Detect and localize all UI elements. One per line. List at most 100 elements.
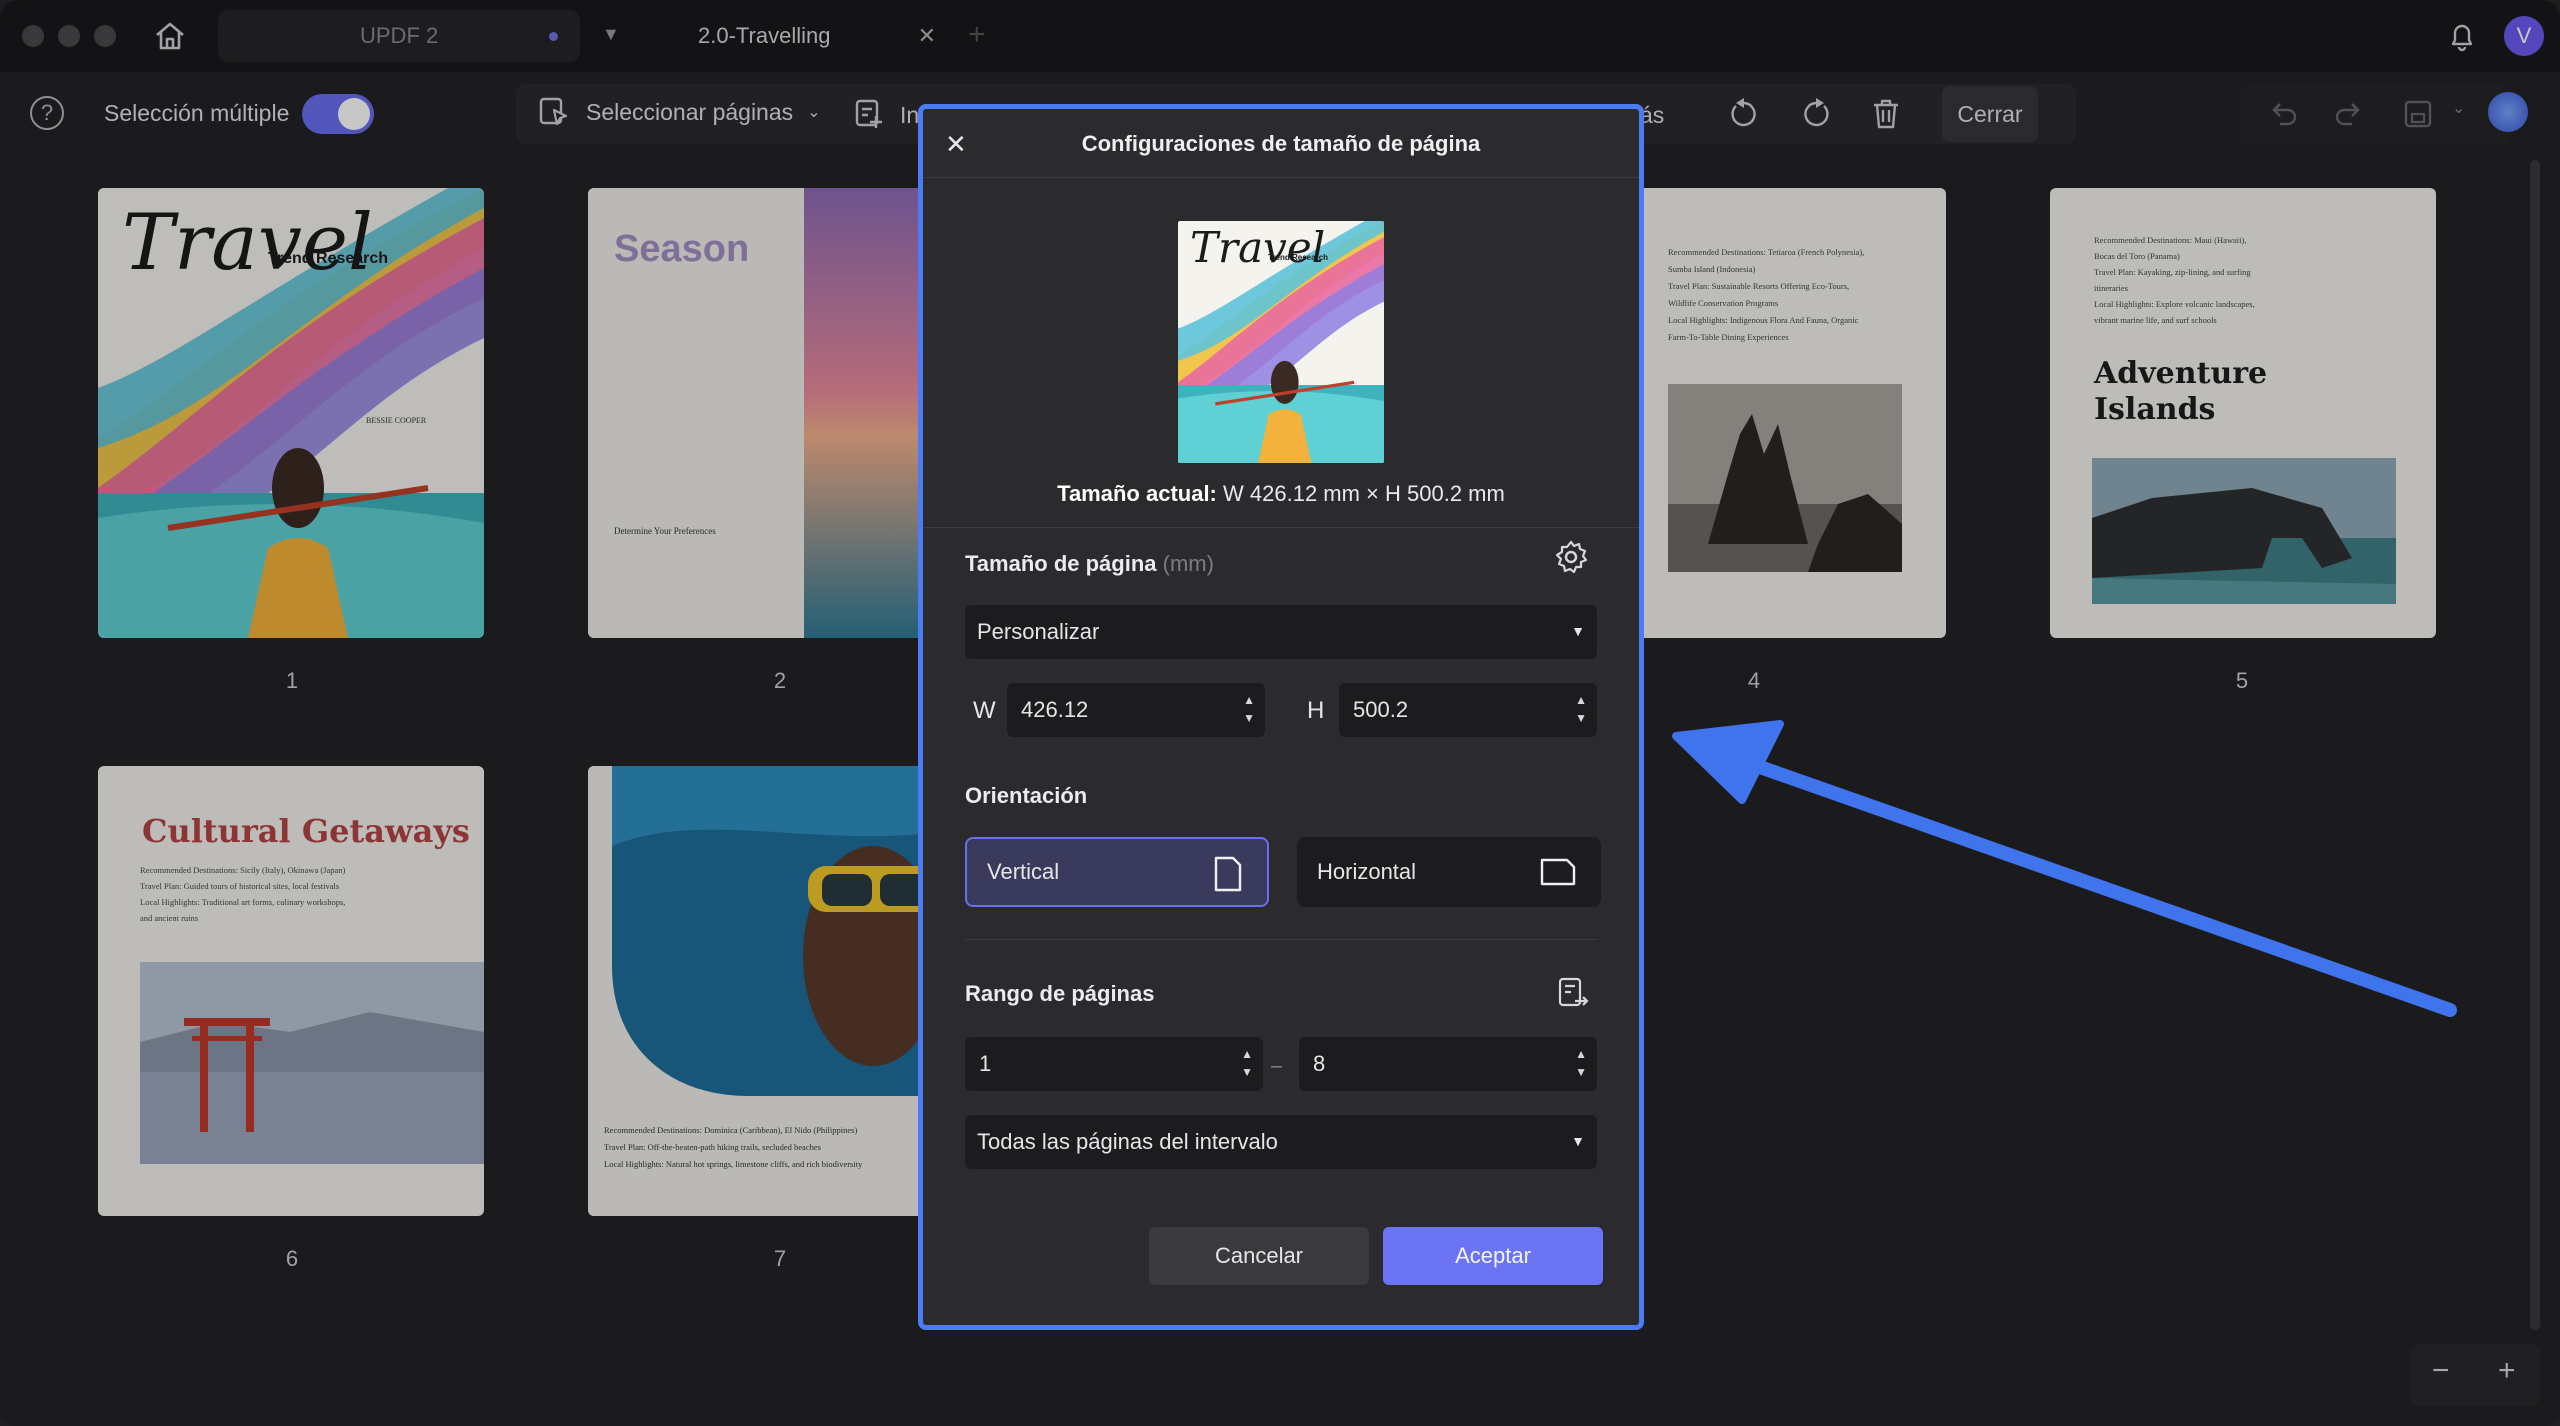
zoom-control: − + [2410, 1344, 2540, 1406]
current-size-value: W 426.12 mm × H 500.2 mm [1223, 481, 1505, 506]
accept-button[interactable]: Aceptar [1383, 1227, 1603, 1285]
zoom-in-button[interactable]: + [2498, 1354, 2516, 1388]
page-4-line: Local Highlights: Indigenous Flora And F… [1668, 315, 1859, 325]
home-icon[interactable] [152, 18, 188, 54]
divider [923, 527, 1639, 528]
orientation-vertical-label: Vertical [987, 859, 1060, 884]
page-thumbnail-1[interactable]: Travel Trend Research BESSIE COOPER [98, 188, 484, 638]
page-number: 1 [285, 668, 299, 693]
zoom-out-button[interactable]: − [2432, 1354, 2450, 1388]
undo-icon[interactable] [2266, 96, 2302, 132]
save-icon[interactable] [2400, 96, 2436, 132]
page-size-selected: Personalizar [977, 619, 1100, 644]
close-organize-button[interactable]: Cerrar [1942, 86, 2038, 142]
chevron-down-icon: ⌄ [807, 104, 821, 121]
page-6-text: Recommended Destinations: Sicily (Italy)… [140, 862, 345, 926]
range-from-input[interactable]: 1 ▲ ▼ [965, 1037, 1263, 1091]
page-7-text: Recommended Destinations: Dominica (Cari… [604, 1122, 862, 1173]
notification-bell-icon[interactable] [2444, 18, 2480, 54]
page-range-icon[interactable] [1555, 975, 1591, 1011]
page-number: 2 [773, 668, 787, 693]
page-5-line: Travel Plan: Kayaking, zip-lining, and s… [2094, 267, 2251, 277]
width-input[interactable]: 426.12 ▲ ▼ [1007, 683, 1265, 737]
tab-dropdown-icon[interactable]: ▼ [602, 24, 620, 45]
current-size-text: Tamaño actual: W 426.12 mm × H 500.2 mm [923, 481, 1639, 507]
page-5-title-line: Adventure [2094, 356, 2268, 391]
range-mode-select[interactable]: Todas las páginas del intervalo ▼ [965, 1115, 1597, 1169]
window-close-button[interactable] [22, 25, 44, 47]
close-tab-icon[interactable]: ✕ [918, 23, 936, 49]
page-4-line: Travel Plan: Sustainable Resorts Offerin… [1668, 281, 1850, 291]
orientation-horizontal-button[interactable]: Horizontal [1297, 837, 1601, 907]
current-size-label: Tamaño actual: [1057, 481, 1217, 506]
range-to-value: 8 [1313, 1051, 1326, 1076]
divider [965, 939, 1597, 940]
tab-updf[interactable]: UPDF 2 [218, 10, 580, 62]
page-thumbnail-7[interactable]: Recommended Destinations: Dominica (Cari… [588, 766, 974, 1216]
page-size-label: Tamaño de página [965, 551, 1157, 576]
page-thumbnail-6[interactable]: Cultural Getaways Recommended Destinatio… [98, 766, 484, 1216]
user-avatar[interactable]: V [2504, 16, 2544, 56]
tab-travelling[interactable]: 2.0-Travelling ✕ [640, 10, 950, 62]
height-input[interactable]: 500.2 ▲ ▼ [1339, 683, 1597, 737]
portrait-page-icon [1214, 856, 1242, 892]
tab-label: 2.0-Travelling [698, 23, 831, 48]
multi-select-label: Selección múltiple [104, 100, 290, 126]
page-thumbnail-5[interactable]: Recommended Destinations: Maui (Hawaii),… [2050, 188, 2436, 638]
page-5-line: itineraries [2094, 283, 2128, 293]
gear-icon[interactable] [1553, 539, 1589, 575]
save-options-chevron-icon[interactable]: ⌄ [2452, 98, 2465, 118]
page-thumbnail-2[interactable]: Season Determine Your Preferences [588, 188, 974, 638]
width-stepper-icon[interactable]: ▲ ▼ [1243, 691, 1255, 727]
updf-window: UPDF 2 ▼ 2.0-Travelling ✕ + V ? Selecció… [0, 0, 2560, 1426]
vertical-scrollbar[interactable] [2530, 160, 2540, 1330]
range-to-stepper-icon[interactable]: ▲ ▼ [1575, 1045, 1587, 1081]
page-number: 7 [773, 1246, 787, 1271]
orientation-label: Orientación [965, 783, 1088, 808]
caret-down-icon: ▼ [1571, 623, 1585, 639]
page-6-line: and ancient ruins [140, 913, 199, 923]
page-2-heading: Determine Your Preferences [614, 526, 716, 536]
height-label: H [1307, 697, 1325, 724]
multi-select-toggle[interactable] [302, 94, 374, 134]
page-5-title: Adventure Islands [2094, 356, 2267, 428]
rotate-left-icon[interactable] [1726, 96, 1762, 132]
page-4-text: Recommended Destinations: Tetiaroa (Fren… [1668, 244, 1864, 346]
select-pages-dropdown[interactable]: Seleccionar páginas ⌄ [536, 94, 821, 130]
new-tab-icon[interactable]: + [968, 18, 986, 52]
page-5-line: Recommended Destinations: Maui (Hawaii), [2094, 235, 2247, 245]
page-4-line: Recommended Destinations: Tetiaroa (Fren… [1668, 247, 1865, 257]
page-size-section-label: Tamaño de página (mm) [965, 551, 1214, 577]
insert-page-icon[interactable] [852, 96, 888, 132]
page-7-line: Recommended Destinations: Dominica (Cari… [604, 1125, 858, 1135]
height-stepper-icon[interactable]: ▲ ▼ [1575, 691, 1587, 727]
page-size-select[interactable]: Personalizar ▼ [965, 605, 1597, 659]
cancel-button[interactable]: Cancelar [1149, 1227, 1369, 1285]
width-value: 426.12 [1021, 697, 1089, 722]
window-minimize-button[interactable] [58, 25, 80, 47]
page-1-author: BESSIE COOPER [366, 416, 427, 425]
page-6-photo [140, 962, 484, 1164]
window-zoom-button[interactable] [94, 25, 116, 47]
redo-icon[interactable] [2330, 96, 2366, 132]
page-5-photo [2092, 458, 2396, 604]
help-icon[interactable]: ? [30, 96, 64, 130]
page-4-line: Sumba Island (Indonesia) [1668, 264, 1756, 274]
range-to-input[interactable]: 8 ▲ ▼ [1299, 1037, 1597, 1091]
page-1-title: Travel [122, 198, 373, 288]
orientation-vertical-button[interactable]: Vertical [965, 837, 1269, 907]
page-number: 4 [1747, 668, 1761, 693]
page-1-subtitle: Trend Research [268, 250, 389, 267]
insert-label[interactable]: In [900, 102, 919, 129]
page-number: 6 [285, 1246, 299, 1271]
page-4-line: Wildlife Conservation Programs [1668, 298, 1779, 308]
page-7-line: Travel Plan: Off-the-beaten-path hiking … [604, 1142, 821, 1152]
range-from-stepper-icon[interactable]: ▲ ▼ [1241, 1045, 1253, 1081]
width-label: W [973, 697, 996, 724]
rotate-right-icon[interactable] [1798, 96, 1834, 132]
orientation-horizontal-label: Horizontal [1317, 859, 1417, 884]
ai-assistant-icon[interactable] [2488, 92, 2528, 132]
page-size-unit: (mm) [1162, 551, 1214, 576]
divider [923, 177, 1639, 178]
delete-icon[interactable] [1868, 96, 1904, 132]
